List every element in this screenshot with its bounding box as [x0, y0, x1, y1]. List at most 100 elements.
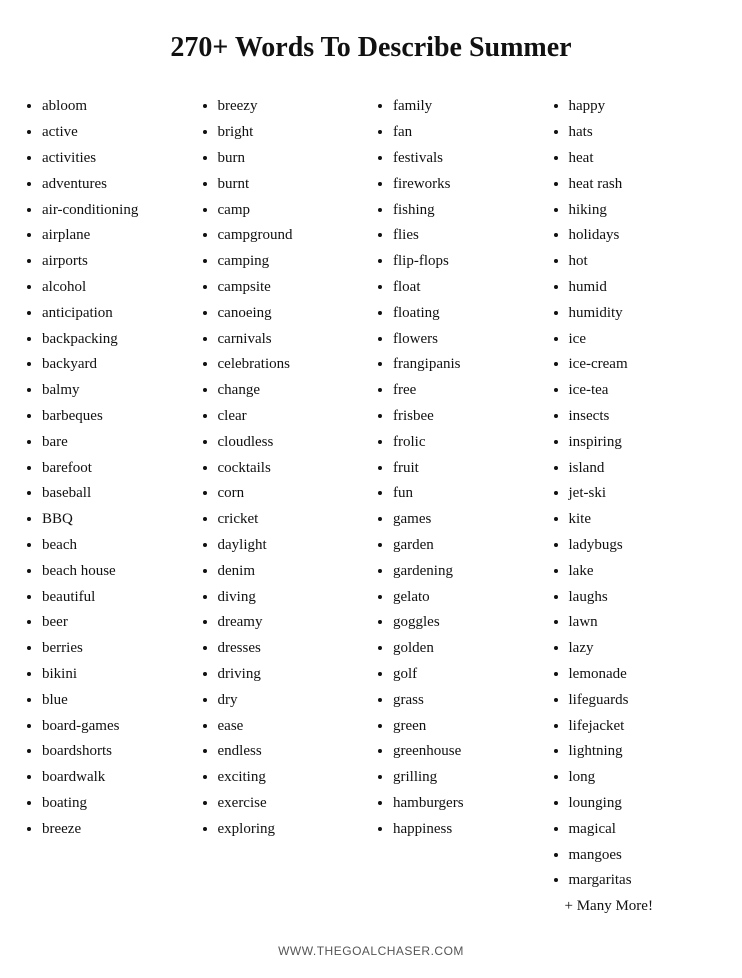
list-item: island — [569, 456, 719, 482]
column-2: breezybrightburnburntcampcampgroundcampi… — [196, 94, 372, 842]
list-item: hiking — [569, 198, 719, 224]
list-item: air-conditioning — [42, 198, 192, 224]
list-item: dresses — [218, 636, 368, 662]
list-item: canoeing — [218, 301, 368, 327]
list-item: carnivals — [218, 327, 368, 353]
list-item: mangoes — [569, 843, 719, 869]
list-item: inspiring — [569, 430, 719, 456]
list-item: heat rash — [569, 172, 719, 198]
list-item: diving — [218, 585, 368, 611]
list-item: family — [393, 94, 543, 120]
list-item: change — [218, 378, 368, 404]
list-item: ice — [569, 327, 719, 353]
more-note: + Many More! — [565, 894, 719, 920]
list-item: humid — [569, 275, 719, 301]
list-item: gardening — [393, 559, 543, 585]
list-item: flowers — [393, 327, 543, 353]
list-item: backyard — [42, 352, 192, 378]
list-item: bare — [42, 430, 192, 456]
list-item: camping — [218, 249, 368, 275]
list-item: breezy — [218, 94, 368, 120]
word-columns: abloomactiveactivitiesadventuresair-cond… — [20, 94, 722, 920]
list-item: lake — [569, 559, 719, 585]
list-item: gelato — [393, 585, 543, 611]
list-item: magical — [569, 817, 719, 843]
list-item: barbeques — [42, 404, 192, 430]
list-item: games — [393, 507, 543, 533]
list-item: margaritas — [569, 868, 719, 894]
list-item: flies — [393, 223, 543, 249]
list-item: laughs — [569, 585, 719, 611]
list-item: hats — [569, 120, 719, 146]
list-item: humidity — [569, 301, 719, 327]
list-item: happy — [569, 94, 719, 120]
list-item: frisbee — [393, 404, 543, 430]
list-item: lifeguards — [569, 688, 719, 714]
list-item: holidays — [569, 223, 719, 249]
list-item: ice-cream — [569, 352, 719, 378]
list-item: hamburgers — [393, 791, 543, 817]
list-item: green — [393, 714, 543, 740]
list-item: lifejacket — [569, 714, 719, 740]
column-1: abloomactiveactivitiesadventuresair-cond… — [20, 94, 196, 842]
list-item: denim — [218, 559, 368, 585]
list-item: campsite — [218, 275, 368, 301]
list-item: anticipation — [42, 301, 192, 327]
list-item: fishing — [393, 198, 543, 224]
list-item: dreamy — [218, 610, 368, 636]
list-item: cocktails — [218, 456, 368, 482]
list-item: cricket — [218, 507, 368, 533]
list-item: free — [393, 378, 543, 404]
list-item: heat — [569, 146, 719, 172]
footer-url: WWW.THEGOALCHASER.COM — [278, 944, 464, 958]
list-item: grilling — [393, 765, 543, 791]
list-item: fan — [393, 120, 543, 146]
page-title: 270+ Words To Describe Summer — [170, 30, 571, 66]
list-item: ice-tea — [569, 378, 719, 404]
list-item: airplane — [42, 223, 192, 249]
list-item: grass — [393, 688, 543, 714]
list-item: driving — [218, 662, 368, 688]
list-item: adventures — [42, 172, 192, 198]
list-item: lightning — [569, 739, 719, 765]
list-item: board-games — [42, 714, 192, 740]
list-item: lazy — [569, 636, 719, 662]
list-item: fireworks — [393, 172, 543, 198]
list-item: lawn — [569, 610, 719, 636]
list-item: backpacking — [42, 327, 192, 353]
list-item: kite — [569, 507, 719, 533]
list-item: lemonade — [569, 662, 719, 688]
list-item: celebrations — [218, 352, 368, 378]
list-item: long — [569, 765, 719, 791]
list-item: BBQ — [42, 507, 192, 533]
list-item: active — [42, 120, 192, 146]
list-item: cloudless — [218, 430, 368, 456]
list-item: boating — [42, 791, 192, 817]
list-item: beautiful — [42, 585, 192, 611]
list-item: floating — [393, 301, 543, 327]
list-item: airports — [42, 249, 192, 275]
list-item: exercise — [218, 791, 368, 817]
list-item: corn — [218, 481, 368, 507]
list-item: bright — [218, 120, 368, 146]
list-item: ladybugs — [569, 533, 719, 559]
list-item: insects — [569, 404, 719, 430]
list-item: ease — [218, 714, 368, 740]
column-3: familyfanfestivalsfireworksfishingflies f… — [371, 94, 547, 842]
list-item: fruit — [393, 456, 543, 482]
list-item: beach house — [42, 559, 192, 585]
list-item: boardshorts — [42, 739, 192, 765]
list-item: baseball — [42, 481, 192, 507]
list-item: blue — [42, 688, 192, 714]
list-item: garden — [393, 533, 543, 559]
list-item: goggles — [393, 610, 543, 636]
list-item: campground — [218, 223, 368, 249]
list-item: festivals — [393, 146, 543, 172]
list-item: beer — [42, 610, 192, 636]
list-item: frolic — [393, 430, 543, 456]
list-item: beach — [42, 533, 192, 559]
list-item: dry — [218, 688, 368, 714]
list-item: fun — [393, 481, 543, 507]
list-item: golden — [393, 636, 543, 662]
list-item: camp — [218, 198, 368, 224]
